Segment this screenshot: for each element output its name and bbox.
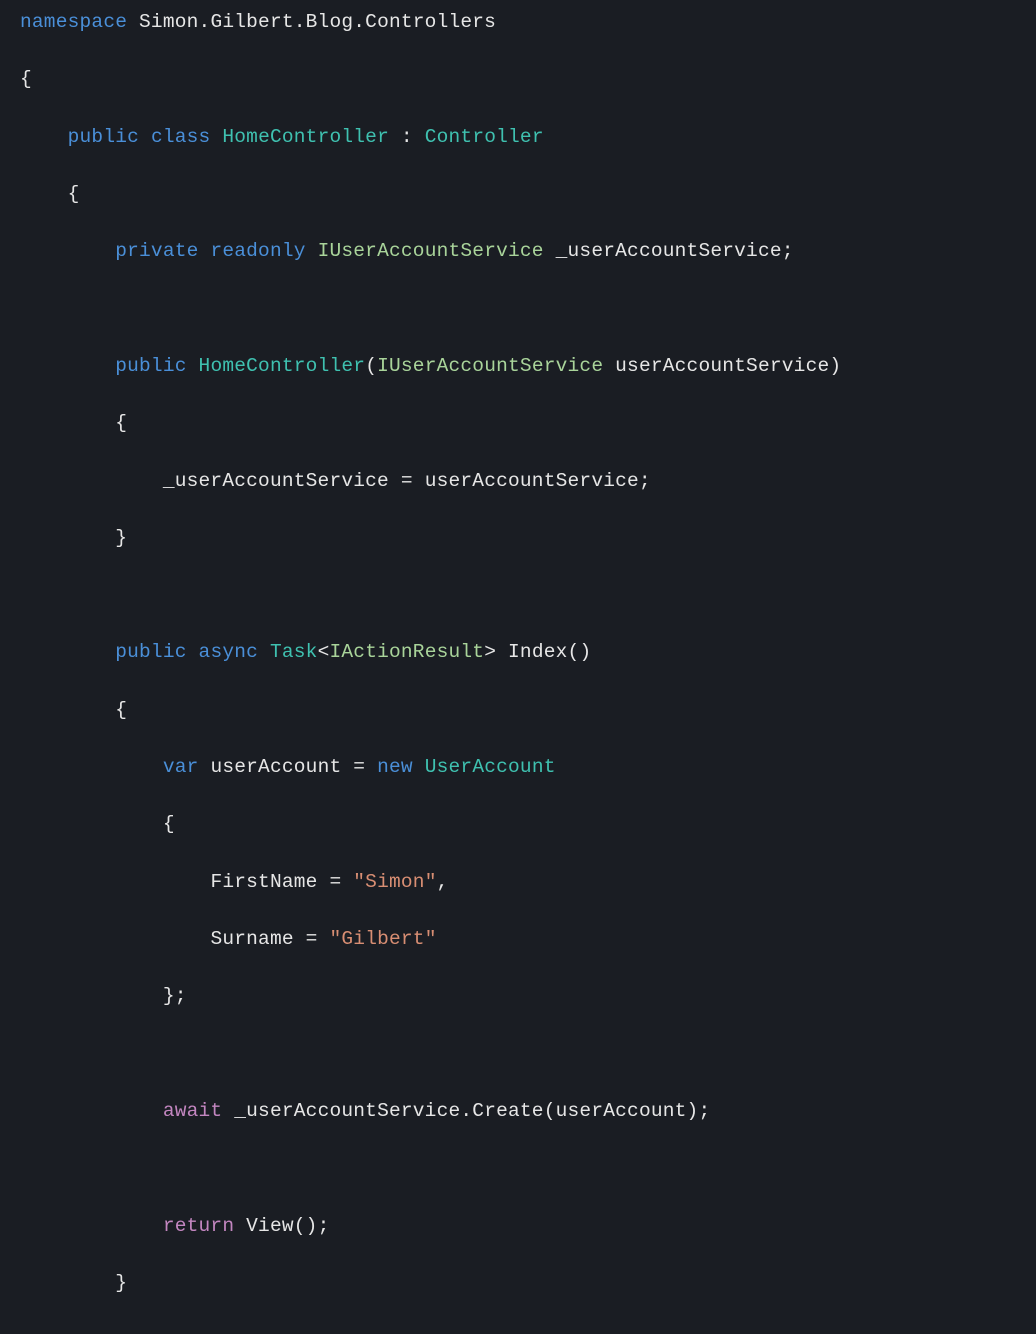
code-line: public async Task<IActionResult> Index()	[0, 638, 1036, 667]
keyword-public: public	[68, 126, 139, 148]
property-firstname: FirstName	[210, 871, 317, 893]
field-name: _userAccountService	[556, 240, 782, 262]
equals: =	[306, 928, 318, 950]
object-close: };	[163, 985, 187, 1007]
paren: )	[687, 1100, 699, 1122]
brace: {	[68, 183, 80, 205]
colon: :	[401, 126, 413, 148]
brace: {	[115, 699, 127, 721]
parens: ()	[568, 641, 592, 663]
equals: =	[353, 756, 365, 778]
dot: .	[460, 1100, 472, 1122]
brace: }	[115, 1272, 127, 1294]
code-line	[0, 1154, 1036, 1183]
view-call: View	[246, 1215, 294, 1237]
code-line: _userAccountService = userAccountService…	[0, 467, 1036, 496]
semicolon: ;	[782, 240, 794, 262]
semicolon: ;	[639, 470, 651, 492]
equals: =	[329, 871, 341, 893]
model-type: UserAccount	[425, 756, 556, 778]
parens: ()	[294, 1215, 318, 1237]
base-class: Controller	[425, 126, 544, 148]
code-line: FirstName = "Simon",	[0, 868, 1036, 897]
code-line: namespace Simon.Gilbert.Blog.Controllers	[0, 8, 1036, 37]
keyword-public: public	[115, 355, 186, 377]
call-target: _userAccountService	[234, 1100, 460, 1122]
keyword-namespace: namespace	[20, 11, 127, 33]
method-name: Index	[508, 641, 568, 663]
namespace-name: Simon.Gilbert.Blog.Controllers	[139, 11, 496, 33]
keyword-await: await	[163, 1100, 223, 1122]
keyword-readonly: readonly	[210, 240, 305, 262]
code-line: private readonly IUserAccountService _us…	[0, 237, 1036, 266]
code-line: {	[0, 810, 1036, 839]
task-type: Task	[270, 641, 318, 663]
code-line: {	[0, 409, 1036, 438]
iactionresult-type: IActionResult	[329, 641, 484, 663]
code-line: var userAccount = new UserAccount	[0, 753, 1036, 782]
method-create: Create	[472, 1100, 543, 1122]
code-line	[0, 581, 1036, 610]
assign-right: userAccountService	[425, 470, 639, 492]
code-line	[0, 295, 1036, 324]
string-value: "Gilbert"	[329, 928, 436, 950]
code-line: {	[0, 696, 1036, 725]
keyword-private: private	[115, 240, 198, 262]
code-line: public class HomeController : Controller	[0, 123, 1036, 152]
brace: {	[115, 412, 127, 434]
brace: }	[115, 527, 127, 549]
brace: {	[20, 68, 32, 90]
code-block: namespace Simon.Gilbert.Blog.Controllers…	[0, 8, 1036, 1326]
code-line: }	[0, 524, 1036, 553]
interface-type: IUserAccountService	[318, 240, 544, 262]
code-line	[0, 1040, 1036, 1069]
semicolon: ;	[318, 1215, 330, 1237]
assign-left: _userAccountService	[163, 470, 389, 492]
paren: )	[829, 355, 841, 377]
semicolon: ;	[698, 1100, 710, 1122]
code-line: }	[0, 1269, 1036, 1298]
arg: userAccount	[556, 1100, 687, 1122]
constructor-name: HomeController	[199, 355, 366, 377]
code-line: await _userAccountService.Create(userAcc…	[0, 1097, 1036, 1126]
keyword-public: public	[115, 641, 186, 663]
code-line: Surname = "Gilbert"	[0, 925, 1036, 954]
param-name: userAccountService	[615, 355, 829, 377]
code-line: public HomeController(IUserAccountServic…	[0, 352, 1036, 381]
comma: ,	[437, 871, 449, 893]
class-name: HomeController	[222, 126, 389, 148]
code-line: };	[0, 982, 1036, 1011]
angle-close: >	[484, 641, 496, 663]
paren: (	[544, 1100, 556, 1122]
keyword-class: class	[151, 126, 211, 148]
code-line: {	[0, 65, 1036, 94]
local-var: userAccount	[210, 756, 341, 778]
keyword-async: async	[199, 641, 259, 663]
paren: (	[365, 355, 377, 377]
brace: {	[163, 813, 175, 835]
keyword-var: var	[163, 756, 199, 778]
keyword-new: new	[377, 756, 413, 778]
angle-open: <	[318, 641, 330, 663]
code-line: {	[0, 180, 1036, 209]
string-value: "Simon"	[353, 871, 436, 893]
equals: =	[401, 470, 413, 492]
code-line: return View();	[0, 1212, 1036, 1241]
param-type: IUserAccountService	[377, 355, 603, 377]
property-surname: Surname	[210, 928, 293, 950]
keyword-return: return	[163, 1215, 234, 1237]
